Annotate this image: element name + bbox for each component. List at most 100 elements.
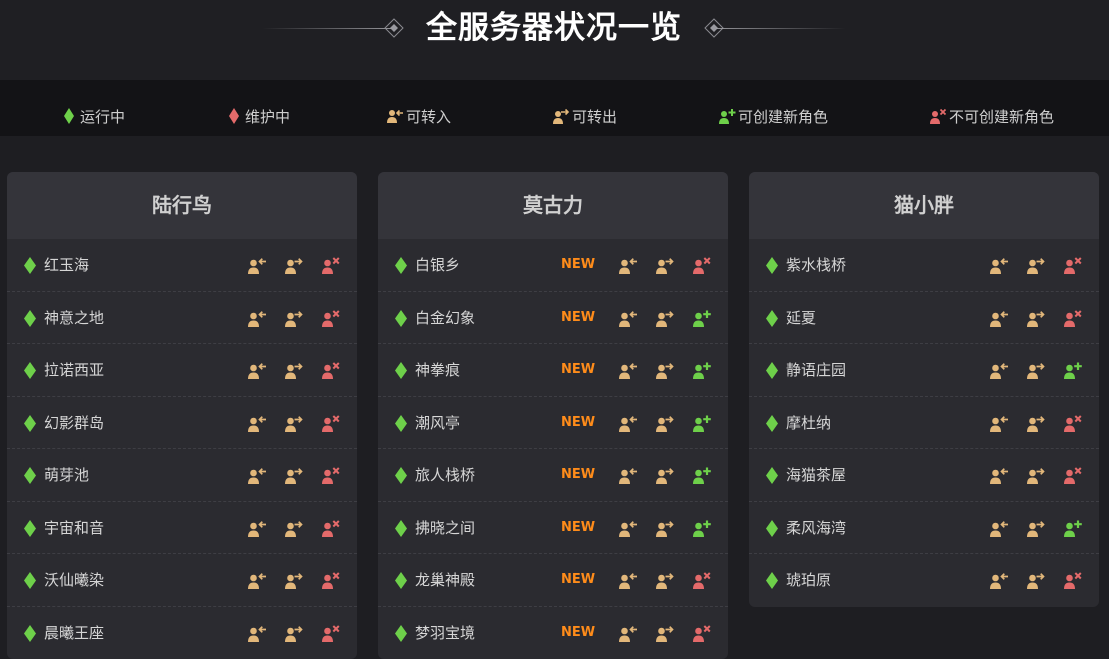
server-row[interactable]: 沃仙曦染	[7, 554, 357, 607]
title-line-left	[262, 28, 392, 29]
server-name: 红玉海	[44, 239, 89, 291]
create-forbidden-icon	[321, 465, 341, 485]
create-forbidden-icon	[321, 518, 341, 538]
server-row[interactable]: 萌芽池	[7, 449, 357, 502]
legend-bar: 运行中 维护中 可转入 可转出	[0, 80, 1109, 136]
running-status-icon	[24, 572, 36, 589]
server-row[interactable]: 龙巢神殿NEW	[378, 554, 728, 607]
server-name: 白银乡	[415, 239, 460, 291]
ornament-diamond-icon	[384, 18, 404, 38]
create-allowed-icon	[1063, 518, 1083, 538]
transfer-in-icon	[618, 308, 638, 328]
server-name: 琥珀原	[786, 554, 831, 606]
legend-transfer-in: 可转入	[386, 106, 451, 126]
server-row[interactable]: 静语庄园	[749, 344, 1099, 397]
server-name: 神意之地	[44, 292, 104, 344]
server-row[interactable]: 紫水栈桥	[749, 239, 1099, 292]
transfer-in-icon	[618, 413, 638, 433]
server-row[interactable]: 神拳痕 NEW	[378, 344, 728, 397]
running-status-icon	[395, 520, 407, 537]
server-row[interactable]: 宇宙和音	[7, 502, 357, 555]
server-name: 沃仙曦染	[44, 554, 104, 606]
create-forbidden-icon	[321, 570, 341, 590]
server-row[interactable]: 摩杜纳	[749, 397, 1099, 450]
transfer-in-icon	[247, 255, 267, 275]
server-row[interactable]: 海猫茶屋	[749, 449, 1099, 502]
server-row[interactable]: 琥珀原	[749, 554, 1099, 607]
create-allowed-icon	[718, 107, 736, 125]
create-allowed-icon	[1063, 360, 1083, 380]
datacenter-card: 陆行鸟红玉海神意之地拉诺西亚幻影群岛萌芽池宇宙和音沃仙曦染晨曦王座	[7, 172, 357, 659]
transfer-in-icon	[989, 570, 1009, 590]
server-row[interactable]: 拂晓之间NEW	[378, 502, 728, 555]
create-forbidden-icon	[692, 255, 712, 275]
running-status-icon	[395, 467, 407, 484]
server-row[interactable]: 幻影群岛	[7, 397, 357, 450]
server-name: 晨曦王座	[44, 607, 104, 659]
server-row[interactable]: 梦羽宝境NEW	[378, 607, 728, 659]
create-forbidden-icon	[1063, 255, 1083, 275]
create-forbidden-icon	[321, 308, 341, 328]
server-row[interactable]: 拉诺西亚	[7, 344, 357, 397]
legend-maintenance: 维护中	[225, 106, 290, 126]
transfer-out-icon	[284, 255, 304, 275]
server-row[interactable]: 红玉海	[7, 239, 357, 292]
transfer-out-icon	[655, 570, 675, 590]
create-allowed-icon	[692, 413, 712, 433]
server-row[interactable]: 柔风海湾	[749, 502, 1099, 555]
transfer-in-icon	[247, 360, 267, 380]
running-status-icon	[766, 467, 778, 484]
create-forbidden-icon	[1063, 413, 1083, 433]
server-name: 潮风亭	[415, 397, 460, 449]
transfer-in-icon	[247, 308, 267, 328]
transfer-in-icon	[618, 570, 638, 590]
legend-label: 可转出	[572, 106, 617, 127]
create-forbidden-icon	[321, 413, 341, 433]
transfer-out-icon	[655, 308, 675, 328]
legend-label: 运行中	[80, 106, 125, 127]
server-name: 紫水栈桥	[786, 239, 846, 291]
transfer-in-icon	[989, 413, 1009, 433]
server-name: 神拳痕	[415, 344, 460, 396]
legend-transfer-out: 可转出	[552, 106, 617, 126]
transfer-in-icon	[618, 360, 638, 380]
server-row[interactable]: 晨曦王座	[7, 607, 357, 659]
server-row[interactable]: 旅人栈桥NEW	[378, 449, 728, 502]
server-name: 梦羽宝境	[415, 607, 475, 659]
transfer-out-icon	[284, 465, 304, 485]
transfer-out-icon	[284, 308, 304, 328]
running-status-icon	[395, 415, 407, 432]
server-name: 摩杜纳	[786, 397, 831, 449]
transfer-in-icon	[989, 518, 1009, 538]
server-row[interactable]: 白金幻象NEW	[378, 292, 728, 345]
legend-label: 可创建新角色	[738, 106, 828, 127]
transfer-out-icon	[655, 465, 675, 485]
create-forbidden-icon	[321, 255, 341, 275]
running-status-icon	[395, 362, 407, 379]
server-name: 幻影群岛	[44, 397, 104, 449]
transfer-out-icon	[284, 570, 304, 590]
new-badge: NEW	[561, 397, 595, 449]
transfer-out-icon	[655, 623, 675, 643]
create-allowed-icon	[692, 360, 712, 380]
new-badge: NEW	[561, 344, 595, 396]
create-forbidden-icon	[321, 623, 341, 643]
transfer-in-icon	[247, 570, 267, 590]
legend-label: 维护中	[245, 106, 290, 127]
server-row[interactable]: 神意之地	[7, 292, 357, 345]
transfer-out-icon	[655, 413, 675, 433]
page-title: 全服务器状况一览	[404, 6, 704, 50]
server-row[interactable]: 延夏	[749, 292, 1099, 345]
transfer-out-icon	[552, 107, 570, 125]
running-status-icon	[24, 467, 36, 484]
datacenter-card: 莫古力白银乡NEW白金幻象NEW神拳痕NEW潮风亭NEW旅人栈桥NEW拂晓之间N…	[378, 172, 728, 659]
transfer-out-icon	[284, 518, 304, 538]
server-row[interactable]: 白银乡 NEW	[378, 239, 728, 292]
title-banner: 全服务器状况一览	[0, 0, 1109, 56]
new-badge: NEW	[561, 449, 595, 501]
running-status-icon	[766, 310, 778, 327]
transfer-in-icon	[618, 518, 638, 538]
new-badge: NEW	[561, 239, 595, 291]
server-name: 拂晓之间	[415, 502, 475, 554]
server-row[interactable]: 潮风亭 NEW	[378, 397, 728, 450]
